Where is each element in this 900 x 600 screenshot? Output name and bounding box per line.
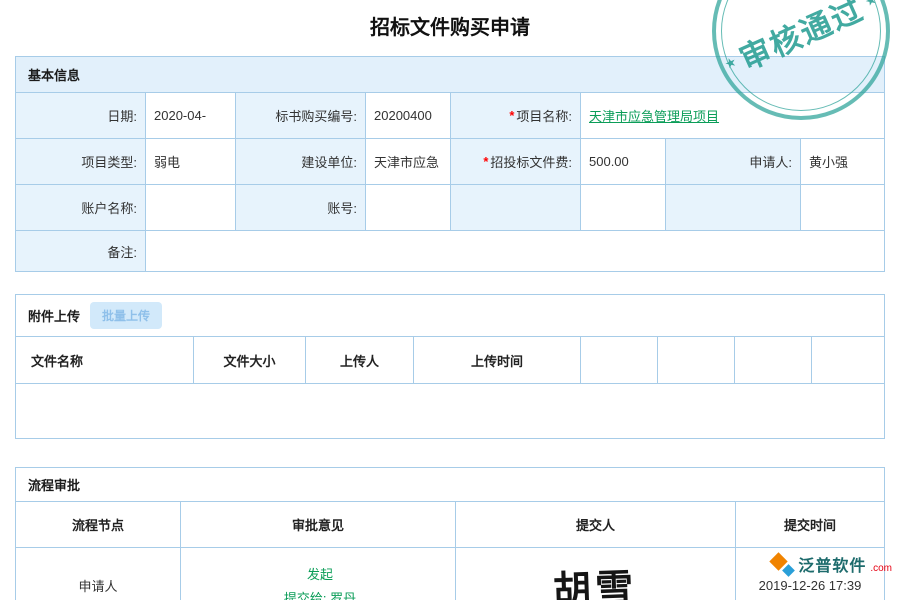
date-value: 2020-04- <box>146 93 236 139</box>
remark-value <box>146 231 884 271</box>
flow-node-value: 申请人 <box>16 548 181 600</box>
account-name-label: 账户名称: <box>16 185 146 231</box>
attachments-section: 附件上传 批量上传 文件名称 文件大小 上传人 上传时间 <box>15 294 885 439</box>
batch-upload-button[interactable]: 批量上传 <box>90 302 162 329</box>
col-approval-opinion: 审批意见 <box>181 502 456 548</box>
vendor-logo-suffix: .com <box>870 563 892 574</box>
project-type-value: 弱电 <box>146 139 236 185</box>
approval-section: 流程审批 流程节点 审批意见 提交人 提交时间 申请人 发起 提交给: 罗丹 胡… <box>15 467 885 600</box>
remark-label: 备注: <box>16 231 146 271</box>
col-file-size: 文件大小 <box>194 337 306 383</box>
project-name-link[interactable]: 天津市应急管理局项目 <box>589 106 719 125</box>
col-empty <box>735 337 812 383</box>
approval-opinion-cell: 发起 提交给: 罗丹 <box>181 548 456 600</box>
empty-label-cell <box>666 185 801 231</box>
build-unit-value: 天津市应急 <box>366 139 451 185</box>
approval-title: 流程审批 <box>28 475 80 494</box>
required-asterisk: * <box>483 154 488 169</box>
col-submitter: 提交人 <box>456 502 736 548</box>
vendor-logo-text: 泛普软件 <box>798 552 866 576</box>
account-no-value <box>366 185 451 231</box>
vendor-logo: 泛普软件 .com <box>770 552 892 576</box>
doc-fee-value: 500.00 <box>581 139 666 185</box>
col-upload-time: 上传时间 <box>414 337 581 383</box>
vendor-logo-icon <box>770 552 794 576</box>
opinion-action: 发起 <box>307 564 333 583</box>
attachments-title: 附件上传 <box>28 306 80 325</box>
doc-fee-label-text: 招投标文件费: <box>490 152 572 171</box>
opinion-target: 提交给: 罗丹 <box>284 588 356 600</box>
bid-no-value: 20200400 <box>366 93 451 139</box>
project-name-label: * 项目名称: <box>451 93 581 139</box>
account-name-value <box>146 185 236 231</box>
col-empty <box>658 337 735 383</box>
col-flow-node: 流程节点 <box>16 502 181 548</box>
attachments-header: 附件上传 批量上传 <box>16 295 884 336</box>
build-unit-label: 建设单位: <box>236 139 366 185</box>
attachments-empty-body <box>16 384 884 438</box>
col-uploader: 上传人 <box>306 337 414 383</box>
applicant-label: 申请人: <box>666 139 801 185</box>
date-label: 日期: <box>16 93 146 139</box>
approval-table: 流程节点 审批意见 提交人 提交时间 申请人 发起 提交给: 罗丹 胡雪 201… <box>16 501 884 600</box>
col-submit-time: 提交时间 <box>736 502 884 548</box>
approval-header: 流程审批 <box>16 468 884 501</box>
col-empty <box>812 337 884 383</box>
doc-fee-label: * 招投标文件费: <box>451 139 581 185</box>
bid-no-label: 标书购买编号: <box>236 93 366 139</box>
empty-value-cell <box>581 185 666 231</box>
col-empty <box>581 337 658 383</box>
empty-value-cell <box>801 185 884 231</box>
basic-info-section: 基本信息 日期: 2020-04- 标书购买编号: 20200400 * 项目名… <box>15 56 885 272</box>
attachments-table-header: 文件名称 文件大小 上传人 上传时间 <box>16 336 884 384</box>
applicant-value: 黄小强 <box>801 139 884 185</box>
account-no-label: 账号: <box>236 185 366 231</box>
required-asterisk: * <box>509 108 514 123</box>
submitter-signature: 胡雪 <box>553 556 639 600</box>
submitter-signature-cell: 胡雪 <box>456 548 736 600</box>
page-title: 招标文件购买申请 <box>0 0 900 56</box>
basic-info-header: 基本信息 <box>16 57 884 92</box>
empty-label-cell <box>451 185 581 231</box>
col-file-name: 文件名称 <box>16 337 194 383</box>
project-name-label-text: 项目名称: <box>516 106 572 125</box>
project-name-cell: 天津市应急管理局项目 <box>581 93 884 139</box>
project-type-label: 项目类型: <box>16 139 146 185</box>
basic-info-grid: 日期: 2020-04- 标书购买编号: 20200400 * 项目名称: 天津… <box>16 92 884 271</box>
